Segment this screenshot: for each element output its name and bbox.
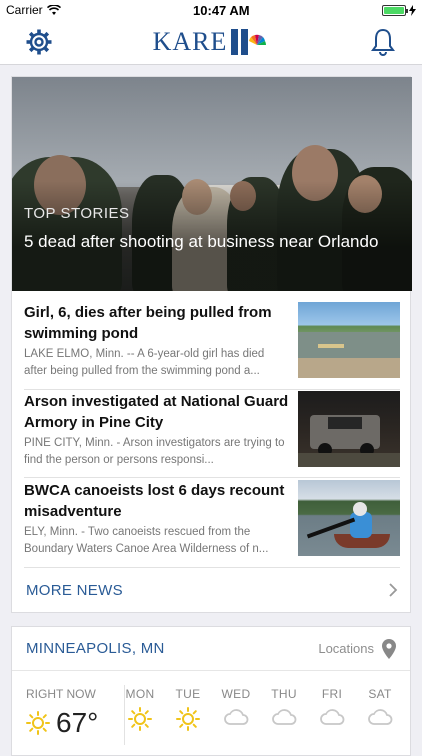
wifi-icon [46,4,61,15]
cloud-icon [224,709,249,725]
settings-button[interactable] [24,27,54,57]
chevron-right-icon [389,583,398,597]
story-title: Arson investigated at National Guard Arm… [24,393,289,431]
locations-button[interactable]: Locations [318,638,396,659]
story-title: BWCA canoeists lost 6 days recount misad… [24,482,285,520]
story-item[interactable]: Girl, 6, dies after being pulled from sw… [24,302,400,390]
story-item[interactable]: BWCA canoeists lost 6 days recount misad… [24,480,400,568]
status-time: 10:47 AM [193,2,250,18]
pond-water [298,332,400,360]
divider [24,389,400,390]
day-icon [166,707,210,731]
status-right [382,4,416,16]
logo-11-mark [231,29,267,55]
day-label: SAT [368,687,392,701]
cloud-icon [368,709,393,725]
logo-text: KARE [152,27,228,56]
gear-icon [26,29,52,55]
current-conditions[interactable]: RIGHT NOW 67° [26,687,118,739]
story-thumbnail [298,391,400,467]
nav-bar: KARE [0,20,422,65]
forecast-day[interactable]: TUE [166,687,210,731]
story-item[interactable]: Arson investigated at National Guard Arm… [24,391,400,479]
forecast-day[interactable]: THU [262,687,306,727]
now-row: 67° [26,707,118,739]
story-summary: LAKE ELMO, Minn. -- A 6-year-old girl ha… [24,348,265,377]
day-icon [214,707,258,727]
forecast-row: RIGHT NOW 67° MON TUE WED THU FRI SAT [12,671,410,751]
day-icon [310,707,354,727]
story-summary: PINE CITY, Minn. - Arson investigators a… [24,437,285,466]
city-name: MINNEAPOLIS, MN [26,640,165,657]
day-icon [118,707,162,731]
story-text: Girl, 6, dies after being pulled from sw… [24,302,290,390]
status-left: Carrier [6,3,61,17]
story-text: Arson investigated at National Guard Arm… [24,391,290,479]
charging-icon [409,4,416,16]
more-news-label: MORE NEWS [26,581,123,599]
day-label: TUE [175,687,201,701]
story-text: BWCA canoeists lost 6 days recount misad… [24,480,290,568]
more-news-link[interactable]: MORE NEWS [12,567,412,613]
story-summary: ELY, Minn. - Two canoeists rescued from … [24,526,269,555]
kare11-logo: KARE [153,27,270,57]
forecast-day[interactable]: WED [214,687,258,727]
forecast-day[interactable]: MON [118,687,162,731]
day-label: FRI [321,687,343,701]
weather-header: MINNEAPOLIS, MN Locations [12,627,410,671]
current-temp: 67° [56,707,99,738]
day-icon [358,707,402,727]
cloud-icon [272,709,297,725]
location-pin-icon [382,638,396,659]
day-label: WED [221,687,251,701]
bell-icon [371,28,395,56]
logo-mark [229,27,269,57]
sun-icon [128,707,152,731]
hero-title: 5 dead after shooting at business near O… [24,232,379,251]
forecast-day[interactable]: SAT [358,687,402,727]
day-icon [262,707,306,727]
day-label: THU [271,687,297,701]
canoeist-head [353,502,367,516]
carrier-label: Carrier [6,3,43,17]
cloud-icon [320,709,345,725]
now-label: RIGHT NOW [26,687,96,701]
weather-card: MINNEAPOLIS, MN Locations RIGHT NOW 67° … [11,626,411,756]
debris [298,453,400,467]
status-bar: Carrier 10:47 AM [0,0,422,20]
sun-icon [26,711,50,735]
pond-shore [298,358,400,378]
story-title: Girl, 6, dies after being pulled from sw… [24,304,272,342]
notifications-button[interactable] [368,27,398,57]
locations-label: Locations [318,641,374,656]
hero-kicker: TOP STORIES [24,205,130,222]
top-story-hero[interactable]: TOP STORIES 5 dead after shooting at bus… [12,77,412,291]
forecast-day[interactable]: FRI [310,687,354,727]
sun-icon [176,707,200,731]
divider [24,477,400,478]
news-card: TOP STORIES 5 dead after shooting at bus… [11,76,412,613]
battery-icon [382,4,408,16]
day-label: MON [125,687,155,701]
burned-window [328,417,362,429]
pond-dock [318,344,344,348]
story-thumbnail [298,302,400,378]
story-thumbnail [298,480,400,556]
